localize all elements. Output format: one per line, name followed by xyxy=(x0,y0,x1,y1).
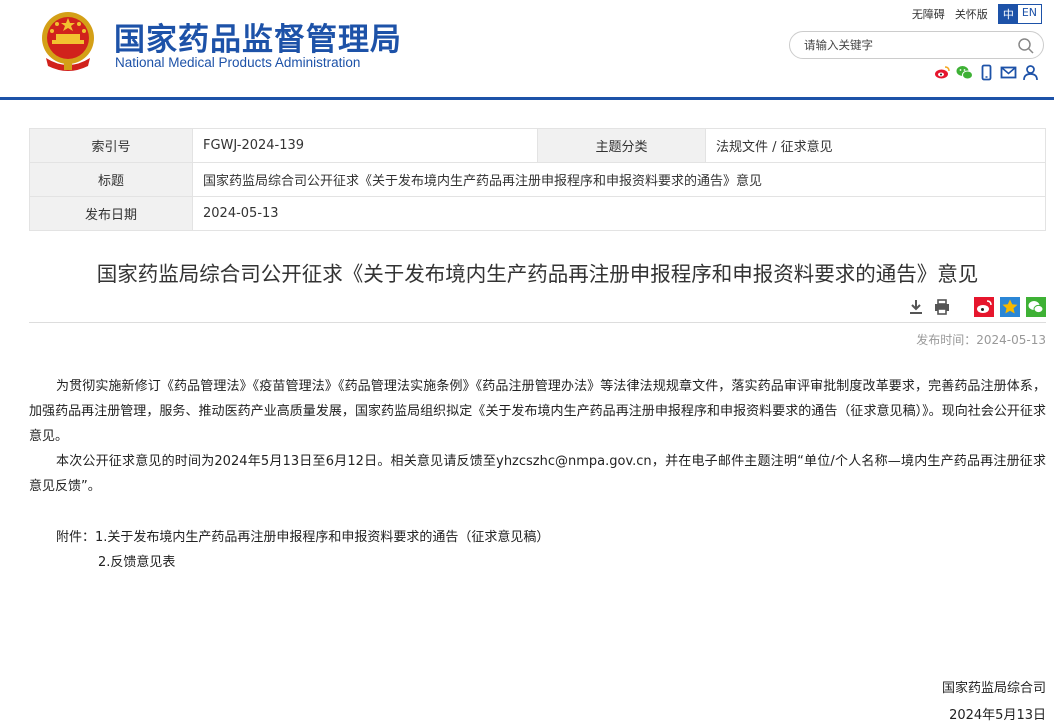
site-title[interactable]: 国家药品监督管理局 xyxy=(114,14,402,59)
search-input[interactable] xyxy=(804,36,1014,54)
accessibility-link[interactable]: 无障碍 xyxy=(912,6,945,22)
document-info-table: 索引号 FGWJ-2024-139 主题分类 法规文件 / 征求意见 标题 国家… xyxy=(29,128,1046,231)
category-label: 主题分类 xyxy=(537,128,706,163)
share-wechat-icon[interactable] xyxy=(1026,297,1046,317)
signature-org: 国家药监局综合司 xyxy=(941,681,1046,696)
user-icon[interactable] xyxy=(1022,64,1039,81)
date-value: 2024-05-13 xyxy=(192,196,1046,231)
attachment-link-2[interactable]: 2.反馈意见表 xyxy=(29,550,1046,575)
category-value: 法规文件 / 征求意见 xyxy=(705,128,1046,163)
paragraph: 本次公开征求意见的时间为2024年5月13日至6月12日。相关意见请反馈至yhz… xyxy=(29,454,1046,494)
paragraph: 为贯彻实施新修订《药品管理法》《疫苗管理法》《药品管理法实施条例》《药品注册管理… xyxy=(29,379,1046,444)
article-body: 为贯彻实施新修订《药品管理法》《疫苗管理法》《药品管理法实施条例》《药品注册管理… xyxy=(29,374,1046,575)
mobile-icon[interactable] xyxy=(978,64,995,81)
publish-time: 发布时间：2024-05-13 xyxy=(916,333,1046,347)
signature-date: 2024年5月13日 xyxy=(949,708,1046,723)
attachment-link-1[interactable]: 附件：1.关于发布境内生产药品再注册申报程序和申报资料要求的通告（征求意见稿） xyxy=(29,525,1046,550)
download-icon[interactable] xyxy=(906,297,926,317)
lang-en-button[interactable]: EN xyxy=(1017,5,1041,23)
index-label: 索引号 xyxy=(29,128,193,163)
site-subtitle[interactable]: National Medical Products Administration xyxy=(115,55,360,70)
search-box xyxy=(789,31,1044,59)
table-row: 标题 国家药监局综合司公开征求《关于发布境内生产药品再注册申报程序和申报资料要求… xyxy=(29,162,1046,197)
header-divider xyxy=(0,97,1054,100)
signature: 国家药监局综合司 2024年5月13日 xyxy=(942,675,1046,723)
language-switch: 中 EN xyxy=(997,4,1042,24)
print-icon[interactable] xyxy=(932,297,952,317)
wechat-icon[interactable] xyxy=(956,64,973,81)
top-links: 无障碍 关怀版 中 EN xyxy=(912,4,1042,24)
share-qzone-icon[interactable] xyxy=(1000,297,1020,317)
index-value: FGWJ-2024-139 xyxy=(192,128,538,163)
share-weibo-icon[interactable] xyxy=(974,297,994,317)
article-tools xyxy=(906,297,1046,317)
title-label: 标题 xyxy=(29,162,193,197)
lang-cn-button[interactable]: 中 xyxy=(998,5,1018,23)
article-title: 国家药监局综合司公开征求《关于发布境内生产药品再注册申报程序和申报资料要求的通告… xyxy=(96,262,979,286)
date-label: 发布日期 xyxy=(29,196,193,231)
national-emblem-icon[interactable] xyxy=(38,10,98,74)
social-links xyxy=(934,64,1039,81)
site-header: 国家药品监督管理局 National Medical Products Admi… xyxy=(0,0,1054,98)
table-row: 索引号 FGWJ-2024-139 主题分类 法规文件 / 征求意见 xyxy=(29,128,1046,163)
title-divider xyxy=(29,322,1046,323)
elder-mode-link[interactable]: 关怀版 xyxy=(955,6,988,22)
search-icon[interactable] xyxy=(1017,37,1035,55)
email-icon[interactable] xyxy=(1000,64,1017,81)
table-row: 发布日期 2024-05-13 xyxy=(29,196,1046,231)
title-value: 国家药监局综合司公开征求《关于发布境内生产药品再注册申报程序和申报资料要求的通告… xyxy=(192,162,1046,197)
weibo-icon[interactable] xyxy=(934,64,951,81)
